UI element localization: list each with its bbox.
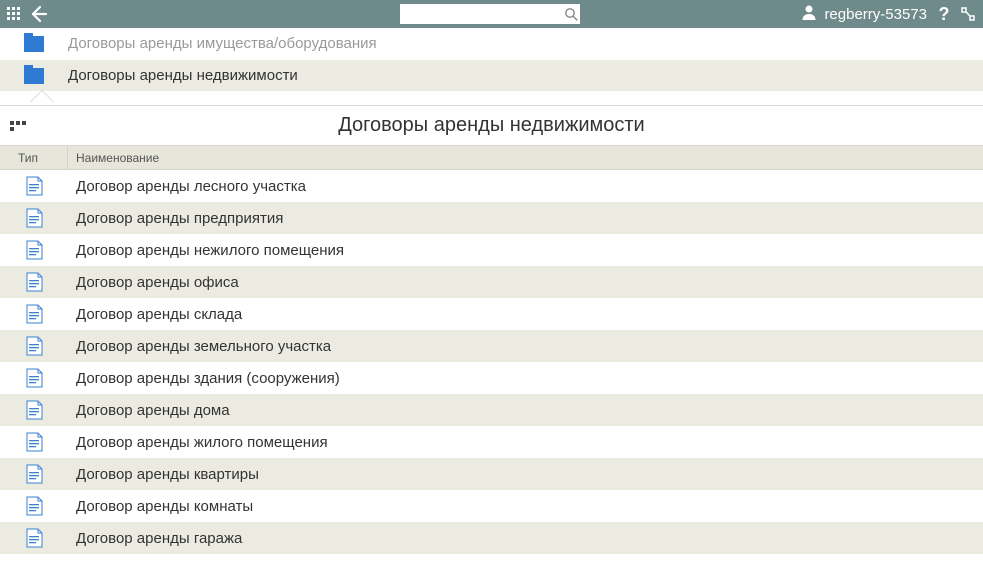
breadcrumb-indicator-row — [0, 92, 983, 106]
row-name: Договор аренды дома — [68, 402, 230, 419]
row-name: Договор аренды жилого помещения — [68, 434, 328, 451]
search-input[interactable] — [402, 4, 563, 24]
user-icon — [800, 3, 818, 25]
search-box[interactable] — [400, 4, 580, 24]
row-icon-cell — [0, 496, 68, 516]
row-icon-cell — [0, 400, 68, 420]
row-icon-cell — [0, 208, 68, 228]
row-name: Договор аренды квартиры — [68, 466, 259, 483]
apps-menu-icon[interactable] — [4, 4, 24, 24]
table-row[interactable]: Договор аренды лесного участка — [0, 170, 983, 202]
grip-icon[interactable] — [0, 121, 28, 131]
document-icon — [26, 496, 43, 516]
row-icon-cell — [0, 272, 68, 292]
row-name: Договор аренды комнаты — [68, 498, 253, 515]
table-row[interactable]: Договор аренды комнаты — [0, 490, 983, 522]
row-name: Договор аренды гаража — [68, 530, 242, 547]
breadcrumb-label: Договоры аренды имущества/оборудования — [68, 35, 377, 52]
table-row[interactable]: Договор аренды предприятия — [0, 202, 983, 234]
search-icon[interactable] — [563, 6, 578, 22]
table-body: Договор аренды лесного участка Договор ар… — [0, 170, 983, 554]
table-row[interactable]: Договор аренды земельного участка — [0, 330, 983, 362]
row-icon-cell — [0, 528, 68, 548]
help-button[interactable]: ? — [933, 3, 955, 25]
breadcrumb-row[interactable]: Договоры аренды имущества/оборудования — [0, 28, 983, 60]
table-row[interactable]: Договор аренды нежилого помещения — [0, 234, 983, 266]
row-name: Договор аренды склада — [68, 306, 242, 323]
row-icon-cell — [0, 368, 68, 388]
document-icon — [26, 432, 43, 452]
document-icon — [26, 208, 43, 228]
table-row[interactable]: Договор аренды жилого помещения — [0, 426, 983, 458]
folder-icon-cell — [0, 36, 68, 52]
table-row[interactable]: Договор аренды гаража — [0, 522, 983, 554]
folder-icon-cell — [0, 68, 68, 84]
document-icon — [26, 400, 43, 420]
row-name: Договор аренды предприятия — [68, 210, 283, 227]
section-title: Договоры аренды недвижимости — [28, 114, 955, 137]
row-name: Договор аренды здания (сооружения) — [68, 370, 340, 387]
document-icon — [26, 528, 43, 548]
folder-icon — [24, 36, 44, 52]
document-icon — [26, 464, 43, 484]
back-button[interactable] — [26, 2, 50, 26]
document-icon — [26, 304, 43, 324]
document-icon — [26, 368, 43, 388]
user-menu[interactable]: regberry-53573 — [800, 3, 927, 25]
document-icon — [26, 240, 43, 260]
row-icon-cell — [0, 240, 68, 260]
document-icon — [26, 336, 43, 356]
expand-button[interactable] — [957, 3, 979, 25]
table-row[interactable]: Договор аренды склада — [0, 298, 983, 330]
breadcrumb-pointer-icon — [30, 91, 54, 103]
row-name: Договор аренды лесного участка — [68, 178, 306, 195]
breadcrumb-row[interactable]: Договоры аренды недвижимости — [0, 60, 983, 92]
row-name: Договор аренды земельного участка — [68, 338, 331, 355]
document-icon — [26, 176, 43, 196]
table-row[interactable]: Договор аренды дома — [0, 394, 983, 426]
username-label: regberry-53573 — [824, 6, 927, 23]
row-name: Договор аренды нежилого помещения — [68, 242, 344, 259]
row-name: Договор аренды офиса — [68, 274, 239, 291]
row-icon-cell — [0, 432, 68, 452]
folder-icon — [24, 68, 44, 84]
section-title-bar: Договоры аренды недвижимости — [0, 106, 983, 146]
breadcrumb-area: Договоры аренды имущества/оборудования Д… — [0, 28, 983, 106]
row-icon-cell — [0, 336, 68, 356]
table-row[interactable]: Договор аренды квартиры — [0, 458, 983, 490]
breadcrumb-label: Договоры аренды недвижимости — [68, 67, 298, 84]
row-icon-cell — [0, 176, 68, 196]
column-header-type[interactable]: Тип — [0, 146, 68, 169]
table-header: Тип Наименование — [0, 146, 983, 170]
table-row[interactable]: Договор аренды офиса — [0, 266, 983, 298]
row-icon-cell — [0, 304, 68, 324]
document-icon — [26, 272, 43, 292]
app-header: regberry-53573 ? — [0, 0, 983, 28]
row-icon-cell — [0, 464, 68, 484]
column-header-name[interactable]: Наименование — [68, 146, 983, 169]
table-row[interactable]: Договор аренды здания (сооружения) — [0, 362, 983, 394]
